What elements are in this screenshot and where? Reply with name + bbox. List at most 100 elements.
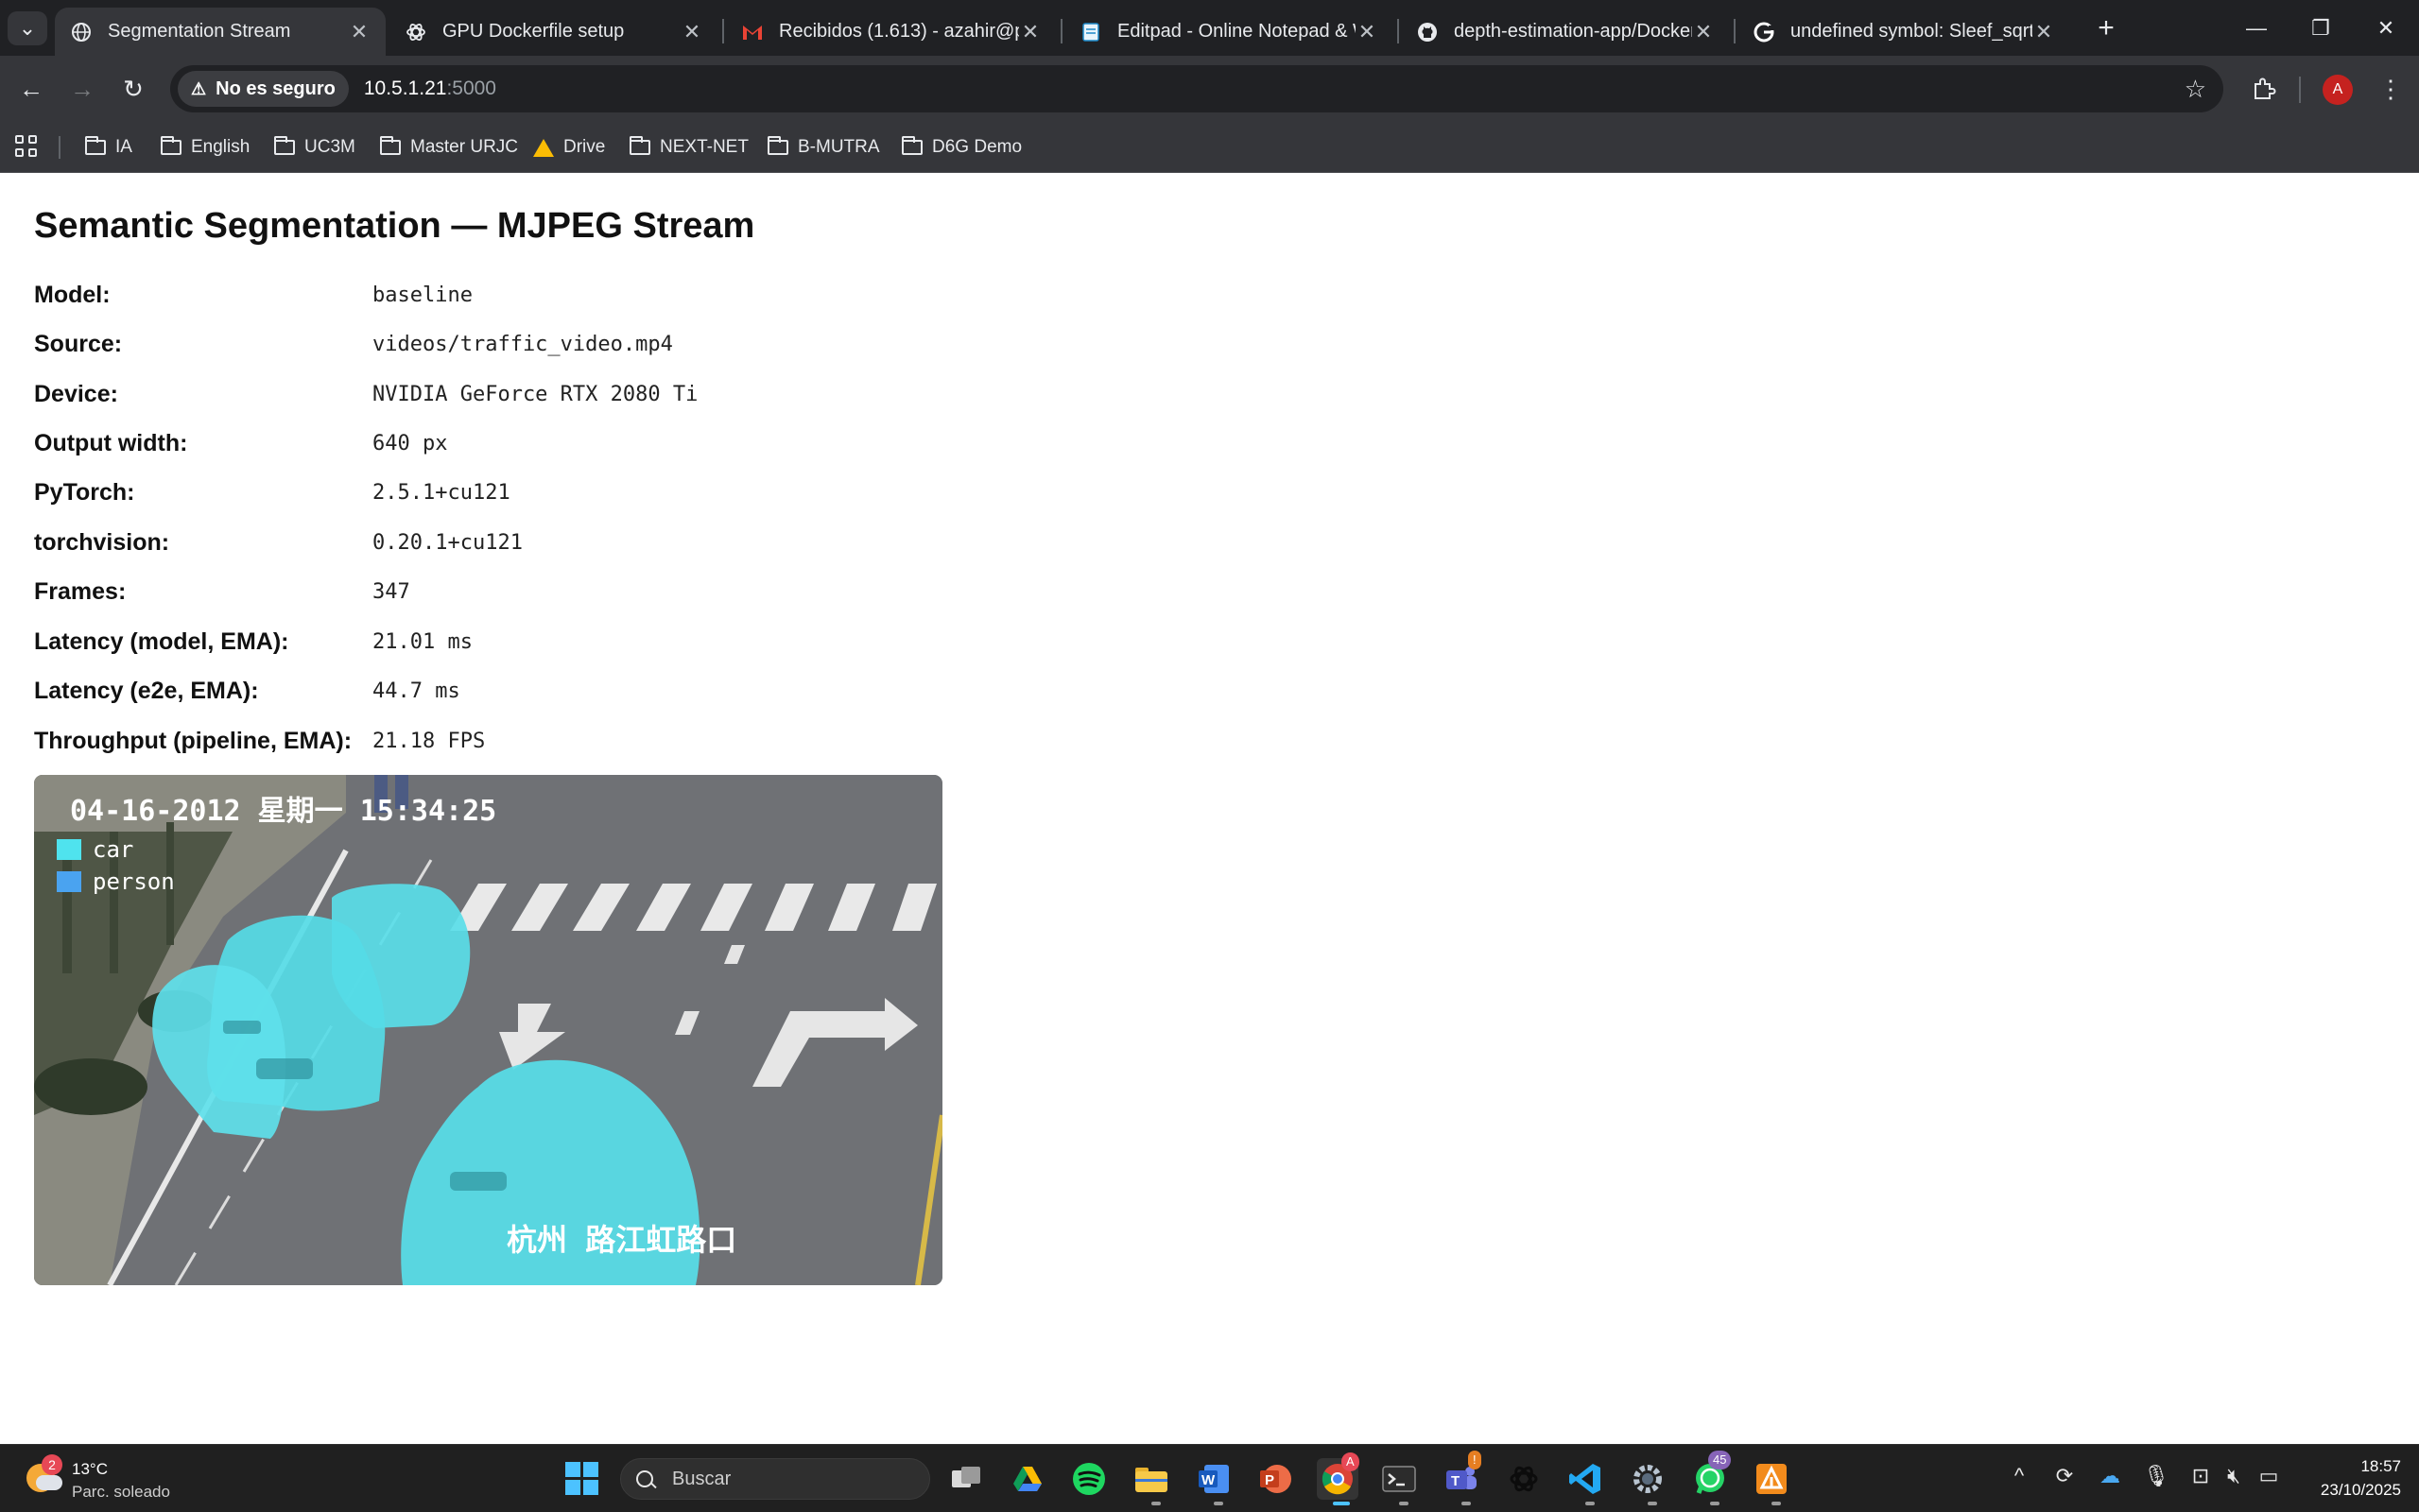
- security-indicator[interactable]: ⚠ No es seguro: [178, 71, 349, 107]
- info-row-pytorch: PyTorch: 2.5.1+cu121: [34, 479, 885, 517]
- address-bar[interactable]: ⚠ No es seguro 10.5.1.21:5000 ☆: [170, 65, 2223, 112]
- tab-github[interactable]: depth-estimation-app/Dockerfi ✕: [1401, 8, 1730, 56]
- url-text[interactable]: 10.5.1.21:5000: [364, 77, 496, 100]
- bookmark-next-net[interactable]: NEXT-NET: [630, 133, 749, 162]
- bookmark-label: IA: [115, 137, 132, 157]
- tab-search-button[interactable]: ⌄: [8, 11, 47, 45]
- puzzle-icon: [2255, 77, 2276, 99]
- bookmark-label: D6G Demo: [932, 137, 1023, 157]
- tab-google-search[interactable]: undefined symbol: Sleef_sqrtf1 ✕: [1737, 8, 2070, 56]
- running-indicator: [1151, 1502, 1161, 1505]
- apps-grid-icon[interactable]: [15, 135, 40, 160]
- back-button[interactable]: ←: [11, 69, 51, 109]
- cloud-icon: [36, 1475, 62, 1490]
- browser-toolbar: ← → ↻ ⚠ No es seguro 10.5.1.21:5000 ☆ A …: [0, 56, 2419, 123]
- extensions-button[interactable]: [2244, 69, 2284, 109]
- vscode-icon[interactable]: [1564, 1458, 1606, 1500]
- reload-button[interactable]: ↻: [113, 69, 153, 109]
- file-explorer-icon[interactable]: [1131, 1458, 1172, 1500]
- kebab-menu-icon: ⋮: [2378, 74, 2403, 103]
- windows-start-button[interactable]: [565, 1462, 599, 1496]
- tab-editpad[interactable]: Editpad - Online Notepad & W ✕: [1064, 8, 1393, 56]
- settings-gear-icon[interactable]: [1627, 1458, 1668, 1500]
- legend-label-car: car: [93, 836, 133, 863]
- gmail-icon: [741, 21, 764, 43]
- bookmark-master-urjc[interactable]: Master URJC: [380, 133, 518, 162]
- arrow-right-icon: →: [70, 74, 95, 103]
- google-drive-icon[interactable]: [1007, 1458, 1048, 1500]
- info-row-latency-e2e: Latency (e2e, EMA): 44.7 ms: [34, 678, 885, 715]
- info-row-model: Model: baseline: [34, 282, 885, 319]
- bookmark-uc3m[interactable]: UC3M: [274, 133, 355, 162]
- battery-icon[interactable]: ▭: [2255, 1464, 2283, 1488]
- close-tab-icon[interactable]: ✕: [681, 20, 703, 44]
- restore-button[interactable]: ❐: [2302, 9, 2340, 47]
- info-label: Latency (model, EMA):: [34, 628, 289, 655]
- close-tab-icon[interactable]: ✕: [348, 20, 371, 44]
- weather-temperature: 13°C: [72, 1460, 108, 1478]
- close-tab-icon[interactable]: ✕: [1019, 20, 1042, 44]
- bookmark-drive[interactable]: Drive: [533, 133, 605, 162]
- close-tab-icon[interactable]: ✕: [1692, 20, 1715, 44]
- tab-separator: [1061, 19, 1063, 43]
- forward-button[interactable]: →: [62, 69, 102, 109]
- google-drive-icon: [533, 138, 554, 157]
- toolbar-separator: [2299, 77, 2301, 103]
- clock-date: 23/10/2025: [2320, 1481, 2401, 1499]
- running-indicator: [1771, 1502, 1781, 1505]
- info-value: 640 px: [372, 432, 448, 455]
- profile-avatar[interactable]: A: [2323, 75, 2353, 105]
- github-icon: [1416, 21, 1439, 43]
- volume-muted-icon[interactable]: 🔇︎: [2220, 1464, 2248, 1488]
- chevron-down-icon: ⌄: [18, 16, 37, 40]
- restore-icon: ❐: [2311, 16, 2330, 40]
- folder-icon: [274, 136, 295, 155]
- close-window-button[interactable]: ✕: [2367, 9, 2405, 47]
- powerpoint-icon[interactable]: P: [1254, 1458, 1296, 1500]
- tab-separator: [1734, 19, 1736, 43]
- bookmark-ia[interactable]: IA: [85, 133, 132, 162]
- bookmark-label: B-MUTRA: [798, 137, 880, 157]
- app-orange-icon[interactable]: [1751, 1458, 1792, 1500]
- menu-button[interactable]: ⋮: [2371, 69, 2410, 109]
- close-tab-icon[interactable]: ✕: [2032, 20, 2055, 44]
- mjpeg-stream-frame: car person 04-16-2012 星期一 15:34:25 杭州 路江…: [34, 775, 942, 1285]
- network-icon[interactable]: ⊡: [2186, 1464, 2215, 1488]
- legend-swatch-person: [57, 871, 81, 892]
- task-view-icon[interactable]: [945, 1458, 987, 1500]
- close-tab-icon[interactable]: ✕: [1356, 20, 1378, 44]
- minimize-button[interactable]: —: [2238, 9, 2275, 47]
- onedrive-cloud-icon[interactable]: ☁: [2096, 1464, 2124, 1488]
- stream-timestamp: 04-16-2012 星期一 15:34:25: [70, 795, 496, 828]
- folder-icon: [902, 136, 923, 155]
- terminal-icon[interactable]: [1378, 1458, 1420, 1500]
- openai-app-icon[interactable]: [1503, 1458, 1545, 1500]
- bookmark-english[interactable]: English: [161, 133, 250, 162]
- info-value: 347: [372, 580, 410, 604]
- microphone-icon[interactable]: 🎙︎: [2142, 1464, 2170, 1488]
- info-label: torchvision:: [34, 529, 170, 556]
- tab-gpu-dockerfile[interactable]: GPU Dockerfile setup ✕: [389, 8, 718, 56]
- google-icon: [1753, 21, 1775, 43]
- tab-gmail[interactable]: Recibidos (1.613) - azahir@pa.u ✕: [726, 8, 1057, 56]
- bookmark-d6g-demo[interactable]: D6G Demo: [902, 133, 1022, 162]
- running-indicator: [1710, 1502, 1719, 1505]
- sync-icon[interactable]: ⟳: [2050, 1464, 2079, 1488]
- tray-chevron-up-icon[interactable]: ^: [2005, 1464, 2033, 1488]
- taskbar-search[interactable]: Buscar: [620, 1458, 930, 1500]
- system-clock[interactable]: 18:57 23/10/2025: [2288, 1454, 2401, 1502]
- tab-title: Editpad - Online Notepad & W: [1117, 21, 1356, 42]
- warning-icon: ⚠: [191, 78, 207, 98]
- word-icon[interactable]: W: [1193, 1458, 1235, 1500]
- info-label: Throughput (pipeline, EMA):: [34, 728, 353, 754]
- bookmark-b-mutra[interactable]: B-MUTRA: [768, 133, 880, 162]
- new-tab-button[interactable]: +: [2087, 9, 2125, 47]
- folder-icon: [85, 136, 106, 155]
- tab-segmentation-stream[interactable]: Segmentation Stream ✕: [55, 8, 386, 56]
- bookmark-star-icon[interactable]: ☆: [2185, 75, 2206, 104]
- running-indicator: [1585, 1502, 1595, 1505]
- security-label: No es seguro: [216, 77, 336, 99]
- spotify-icon[interactable]: [1068, 1458, 1110, 1500]
- info-value: 0.20.1+cu121: [372, 531, 523, 555]
- weather-widget[interactable]: 2 13°C Parc. soleado: [23, 1454, 183, 1502]
